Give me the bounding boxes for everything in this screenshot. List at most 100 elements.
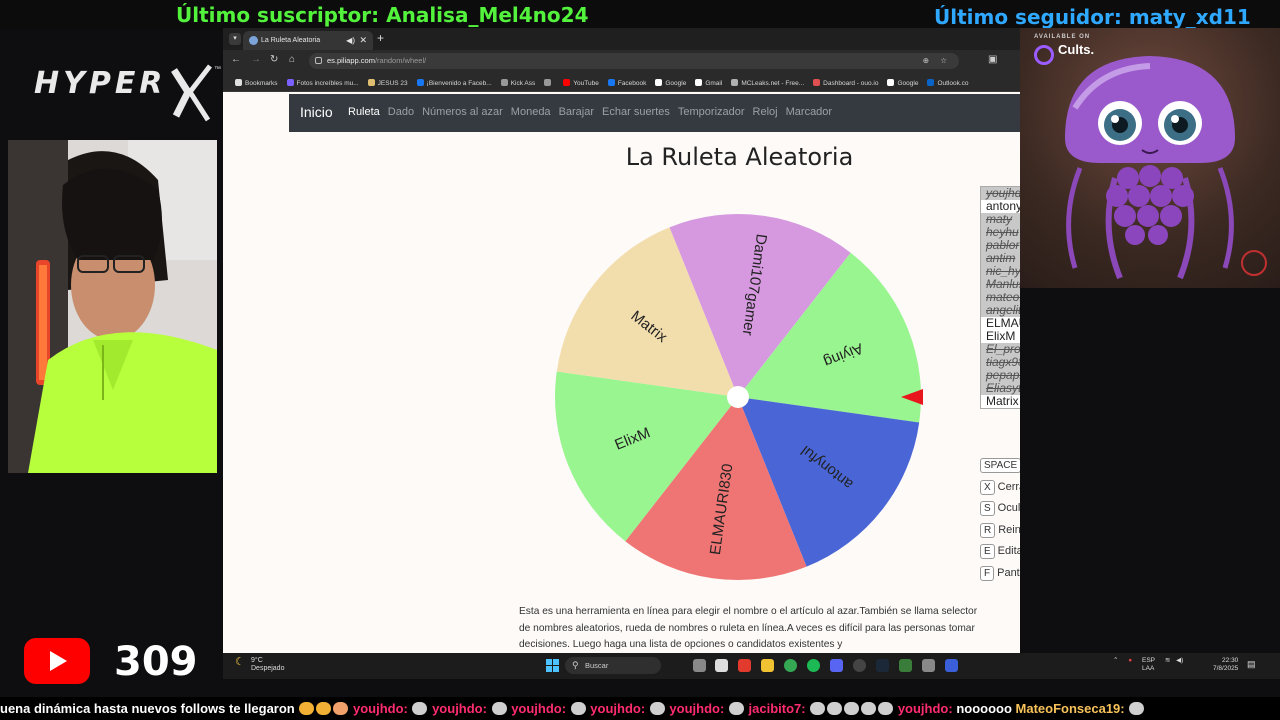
bookmark-label: Gmail	[705, 80, 723, 87]
bookmark-item[interactable]: ¡Bienvenido a Faceb...	[416, 74, 492, 91]
reload-icon[interactable]: ↻	[270, 54, 278, 65]
moon-icon: ☾	[235, 656, 245, 668]
shortcut-key[interactable]: R	[980, 522, 996, 538]
task-view-icon[interactable]	[693, 659, 706, 672]
app-grey-icon[interactable]	[922, 659, 935, 672]
bookmark-item[interactable]: MCLeaks.net - Free...	[731, 74, 804, 91]
bookmark-item[interactable]: Dashboard - ouo.io	[813, 74, 879, 91]
page-title: La Ruleta Aleatoria	[625, 143, 854, 171]
forward-icon[interactable]: →	[251, 54, 261, 65]
app-green-icon[interactable]	[899, 659, 912, 672]
wheel-hub	[727, 386, 749, 408]
site-brand-link[interactable]: Inicio	[300, 104, 333, 120]
app-x-icon[interactable]	[715, 659, 728, 672]
close-tab-icon[interactable]: ✕	[359, 31, 367, 50]
bookmark-label: Facebook	[617, 80, 647, 87]
system-tray[interactable]: ⌃ ● ESP LAA ≋ ◀)	[1113, 657, 1183, 673]
shortcut-key[interactable]: SPACE	[980, 458, 1020, 473]
nav-link[interactable]: Reloj	[753, 106, 778, 118]
nav-link[interactable]: Dado	[388, 106, 414, 118]
bookmark-item[interactable]: Facebook	[607, 74, 647, 91]
taskbar-search[interactable]: ⚲ Buscar	[565, 657, 661, 674]
zoom-icon[interactable]: ⊕	[923, 53, 929, 69]
chat-emote-icon	[649, 702, 665, 715]
jellyfish-illustration	[1065, 56, 1267, 280]
bookmark-item[interactable]: JESUS 23	[367, 74, 408, 91]
site-favicon-icon	[249, 36, 258, 45]
description-text: Esta es una herramienta en línea para el…	[519, 606, 978, 650]
tab-search-button[interactable]: ▾	[229, 33, 241, 45]
keyboard-layout: LAA	[1142, 665, 1155, 672]
shortcut-key[interactable]: F	[980, 565, 995, 581]
nav-link[interactable]: Temporizador	[678, 106, 745, 118]
tab-strip: ▾ La Ruleta Aleatoria ◀) ✕ +	[223, 28, 1020, 50]
nav-link[interactable]: Ruleta	[348, 106, 380, 118]
app-blue-icon[interactable]	[945, 659, 958, 672]
volume-icon[interactable]: ◀)	[1176, 657, 1183, 664]
tab-title: La Ruleta Aleatoria	[261, 37, 321, 44]
nav-link[interactable]: Marcador	[786, 106, 832, 118]
webcam-feed	[8, 140, 217, 473]
bookmark-item[interactable]	[544, 74, 554, 91]
obs-icon[interactable]	[853, 659, 866, 672]
language-indicator[interactable]: ESP LAA	[1142, 657, 1155, 673]
bookmark-label: Dashboard - ouo.io	[823, 80, 879, 87]
chat-emote-icon	[878, 702, 894, 715]
nav-link[interactable]: Echar suertes	[602, 106, 670, 118]
audio-icon[interactable]: ◀)	[346, 31, 355, 50]
app-red-icon[interactable]	[738, 659, 751, 672]
wheel-graphic[interactable]: Dami107gamerAiyingantonyfulELMAURI830Eli…	[553, 212, 923, 582]
bookmark-favicon-icon	[813, 79, 821, 86]
bookmark-item[interactable]: Kick Ass	[500, 74, 535, 91]
back-icon[interactable]: ←	[231, 54, 241, 65]
nav-link[interactable]: Números al azar	[422, 106, 503, 118]
bookmark-item[interactable]: Google	[887, 74, 918, 91]
windows-start-icon[interactable]	[546, 659, 559, 672]
stream-frame: Último suscriptor: Analisa_Mel4no24 Últi…	[0, 0, 1280, 720]
chat-emote-icon	[570, 702, 586, 715]
bookmark-star-icon[interactable]: ☆	[940, 53, 947, 69]
nav-link[interactable]: Moneda	[511, 106, 551, 118]
bookmark-favicon-icon	[887, 79, 895, 86]
new-tab-button[interactable]: +	[377, 31, 384, 45]
entry-item[interactable]: Matrix	[981, 395, 1020, 408]
entries-list[interactable]: youjhdoantonyfulmatyheyhupablorantimnic_…	[980, 186, 1020, 409]
random-wheel[interactable]: Dami107gamer Aiying antonyful ELMAURI830 Eli…	[553, 212, 923, 582]
bookmark-label: Outlook.co	[937, 80, 969, 87]
shortcut-key[interactable]: E	[980, 544, 995, 560]
chrome-icon[interactable]	[784, 659, 797, 672]
home-icon[interactable]: ⌂	[289, 54, 295, 65]
nav-link[interactable]: Barajar	[559, 106, 594, 118]
weather-temp: 9°C	[251, 657, 263, 664]
bookmark-item[interactable]: YouTube	[563, 74, 599, 91]
shortcut-key[interactable]: X	[980, 479, 995, 495]
mic-icon[interactable]: ●	[1128, 657, 1132, 664]
spotify-icon[interactable]	[807, 659, 820, 672]
weather-widget[interactable]: ☾ 9°C Despejado	[235, 657, 284, 673]
bookmark-item[interactable]: Bookmarks	[235, 74, 278, 91]
taskbar-clock[interactable]: 22:30 7/8/2025	[1213, 657, 1238, 673]
weather-condition: Despejado	[251, 665, 285, 672]
wifi-icon[interactable]: ≋	[1165, 657, 1170, 664]
bookmark-item[interactable]: Outlook.co	[927, 74, 969, 91]
bookmark-item[interactable]: Fotos increíbles mu...	[286, 74, 359, 91]
bookmark-item[interactable]: Gmail	[695, 74, 723, 91]
shortcut-row: FPantalla completa	[980, 565, 1020, 588]
address-field[interactable]: es.piliapp.com/random/wheel/ ⊕ ☆	[309, 53, 959, 69]
bookmark-item[interactable]: Google	[655, 74, 686, 91]
notification-icon[interactable]: ▤	[1247, 659, 1256, 670]
tab-ruleta[interactable]: La Ruleta Aleatoria ◀) ✕	[243, 31, 373, 50]
tray-chevron-icon[interactable]: ⌃	[1113, 657, 1118, 664]
extensions-icon[interactable]: ▣	[988, 54, 997, 65]
bookmark-favicon-icon	[927, 79, 935, 86]
discord-icon[interactable]	[830, 659, 843, 672]
file-explorer-icon[interactable]	[761, 659, 774, 672]
steam-icon[interactable]	[876, 659, 889, 672]
shortcut-row: RReiniciar	[980, 522, 1020, 545]
shortcut-key[interactable]: S	[980, 501, 995, 517]
youtube-icon	[24, 638, 90, 684]
url-host: es.piliapp.com	[327, 56, 375, 65]
site-info-icon[interactable]	[315, 57, 322, 64]
shortcut-row: SPACEGiralo	[980, 458, 1020, 480]
youtube-subscriber-count: 309	[114, 639, 198, 685]
